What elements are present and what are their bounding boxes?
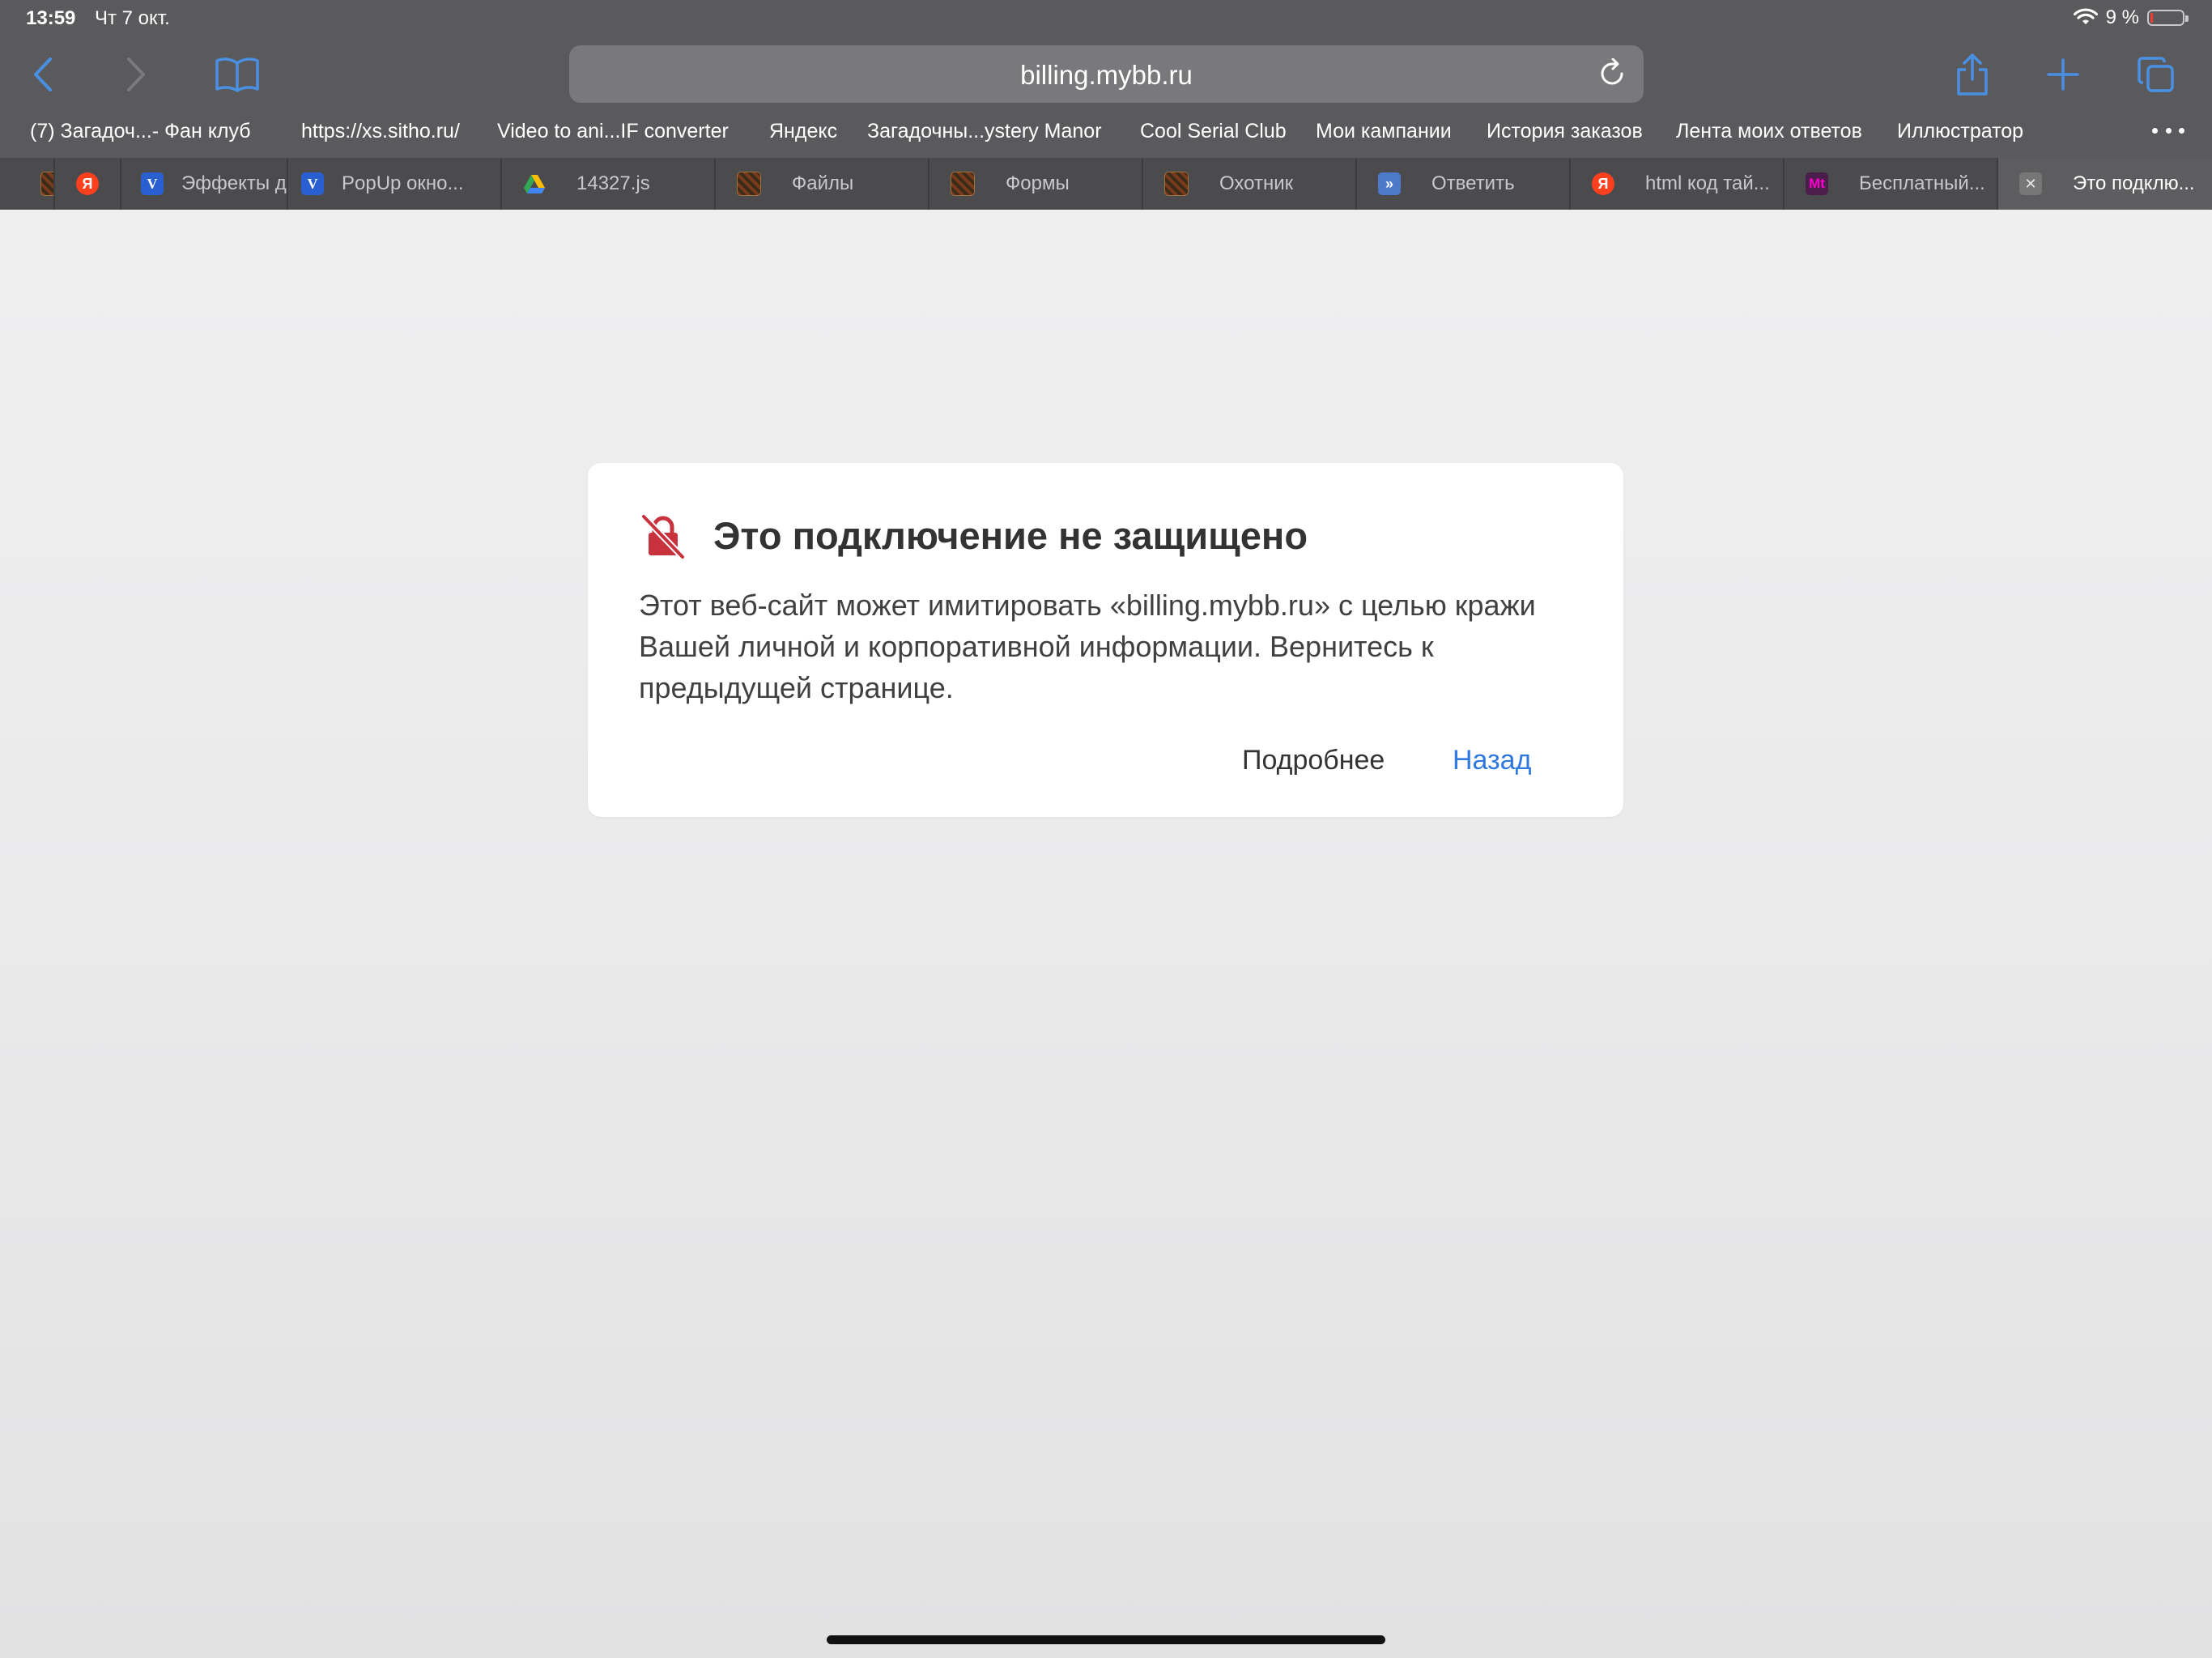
image-favicon <box>737 172 761 196</box>
favorite-link[interactable]: (7) Загадоч...- Фан клуб <box>30 120 251 143</box>
tab-label: Формы <box>1006 172 1070 194</box>
tab[interactable]: V PopUp окно... <box>288 158 502 210</box>
status-right: 9 % <box>2073 6 2189 29</box>
tabs-overview-icon <box>2138 57 2174 92</box>
new-tab-button[interactable] <box>2040 52 2086 97</box>
yandex-favicon: Я <box>76 172 99 195</box>
tab-label: Охотник <box>1219 172 1294 194</box>
bookmarks-icon <box>215 57 259 92</box>
share-button[interactable] <box>1950 52 1995 97</box>
v-favicon: V <box>141 172 164 195</box>
security-warning-dialog: Это подключение не защищено Этот веб-сай… <box>588 463 1623 817</box>
reload-icon[interactable] <box>1597 58 1627 89</box>
address-bar[interactable]: billing.mybb.ru <box>569 45 1644 103</box>
tab-label: 14327.js <box>576 172 650 194</box>
back-link-button[interactable]: Назад <box>1453 745 1531 776</box>
forward-icon <box>127 57 145 91</box>
tab[interactable]: Mt Бесплатный... <box>1784 158 1998 210</box>
status-time: 13:59 <box>26 7 76 29</box>
favorite-link[interactable]: https://xs.sitho.ru/ <box>301 120 460 143</box>
tab[interactable]: 14327.js <box>502 158 716 210</box>
wifi-icon <box>2073 8 2098 24</box>
forward-button[interactable] <box>113 52 159 97</box>
yandex-favicon: Я <box>1592 172 1614 195</box>
favorites-bar: (7) Загадоч...- Фан клуб https://xs.sith… <box>0 113 2212 157</box>
battery-icon <box>2147 10 2189 26</box>
tab-label: html код тай... <box>1645 172 1770 194</box>
tab[interactable]: V Эффекты д <box>121 158 288 210</box>
favorite-link[interactable]: Cool Serial Club <box>1140 120 1287 143</box>
battery-level <box>2150 13 2153 23</box>
more-dot-icon <box>2152 127 2158 134</box>
favorite-link[interactable]: Яндекс <box>769 120 837 143</box>
tab[interactable]: Охотник <box>1143 158 1357 210</box>
details-button[interactable]: Подробнее <box>1242 745 1385 776</box>
tab[interactable]: Файлы <box>716 158 929 210</box>
tab-label: Эффекты д <box>181 172 287 194</box>
google-drive-favicon <box>524 175 545 193</box>
back-button[interactable] <box>20 52 66 97</box>
image-favicon <box>951 172 975 196</box>
tab[interactable]: » Ответить <box>1357 158 1571 210</box>
favorite-link[interactable]: Загадочны...ystery Manor <box>867 120 1102 143</box>
home-indicator[interactable] <box>827 1635 1385 1644</box>
close-tab-icon[interactable]: ✕ <box>2019 172 2042 195</box>
tab-label: Файлы <box>792 172 854 194</box>
tab-label: PopUp окно... <box>342 172 464 194</box>
mt-favicon: Mt <box>1806 172 1828 195</box>
tab-label: Это подклю... <box>2073 172 2195 194</box>
favorite-link[interactable]: Video to ani...IF converter <box>497 120 729 143</box>
tab[interactable] <box>0 158 55 210</box>
tab-label: Бесплатный... <box>1859 172 1985 194</box>
dialog-message: Этот веб-сайт может имитировать «billing… <box>639 589 1536 704</box>
share-icon <box>1957 53 1988 96</box>
new-tab-icon <box>2047 58 2079 91</box>
tab-label: Ответить <box>1431 172 1515 194</box>
battery-percent: 9 % <box>2105 6 2139 28</box>
more-dot-icon <box>2179 127 2184 134</box>
favorite-link[interactable]: Лента моих ответов <box>1676 120 1862 143</box>
unsecure-lock-icon <box>640 513 686 560</box>
v-favicon: V <box>301 172 324 195</box>
more-favorites-button[interactable] <box>2152 118 2184 142</box>
back-icon <box>34 57 52 91</box>
tab[interactable]: Я html код тай... <box>1571 158 1784 210</box>
image-favicon <box>1164 172 1189 196</box>
tab-bar: Я V Эффекты д V PopUp окно... 14327.js Ф… <box>0 158 2212 210</box>
tab[interactable]: Формы <box>929 158 1143 210</box>
browser-chrome: 13:59 Чт 7 окт. 9 % billing.mybb.ru (7) … <box>0 0 2212 210</box>
tab-active[interactable]: ✕ Это подклю... <box>1998 158 2212 210</box>
favorite-link[interactable]: Мои кампании <box>1316 120 1452 143</box>
address-text: billing.mybb.ru <box>1020 60 1193 90</box>
bookmarks-button[interactable] <box>213 52 262 97</box>
more-dot-icon <box>2165 127 2172 134</box>
status-bar: 13:59 Чт 7 окт. 9 % <box>0 0 2212 37</box>
browser-toolbar: billing.mybb.ru <box>0 37 2212 112</box>
status-date: Чт 7 окт. <box>95 7 170 29</box>
favorite-link[interactable]: История заказов <box>1487 120 1643 143</box>
tab[interactable]: Я <box>55 158 121 210</box>
dialog-title: Это подключение не защищено <box>713 514 1308 557</box>
favorite-link[interactable]: Иллюстратор <box>1897 120 2023 143</box>
tabs-overview-button[interactable] <box>2133 52 2179 97</box>
forum-favicon: » <box>1378 172 1401 195</box>
image-favicon <box>40 172 53 196</box>
